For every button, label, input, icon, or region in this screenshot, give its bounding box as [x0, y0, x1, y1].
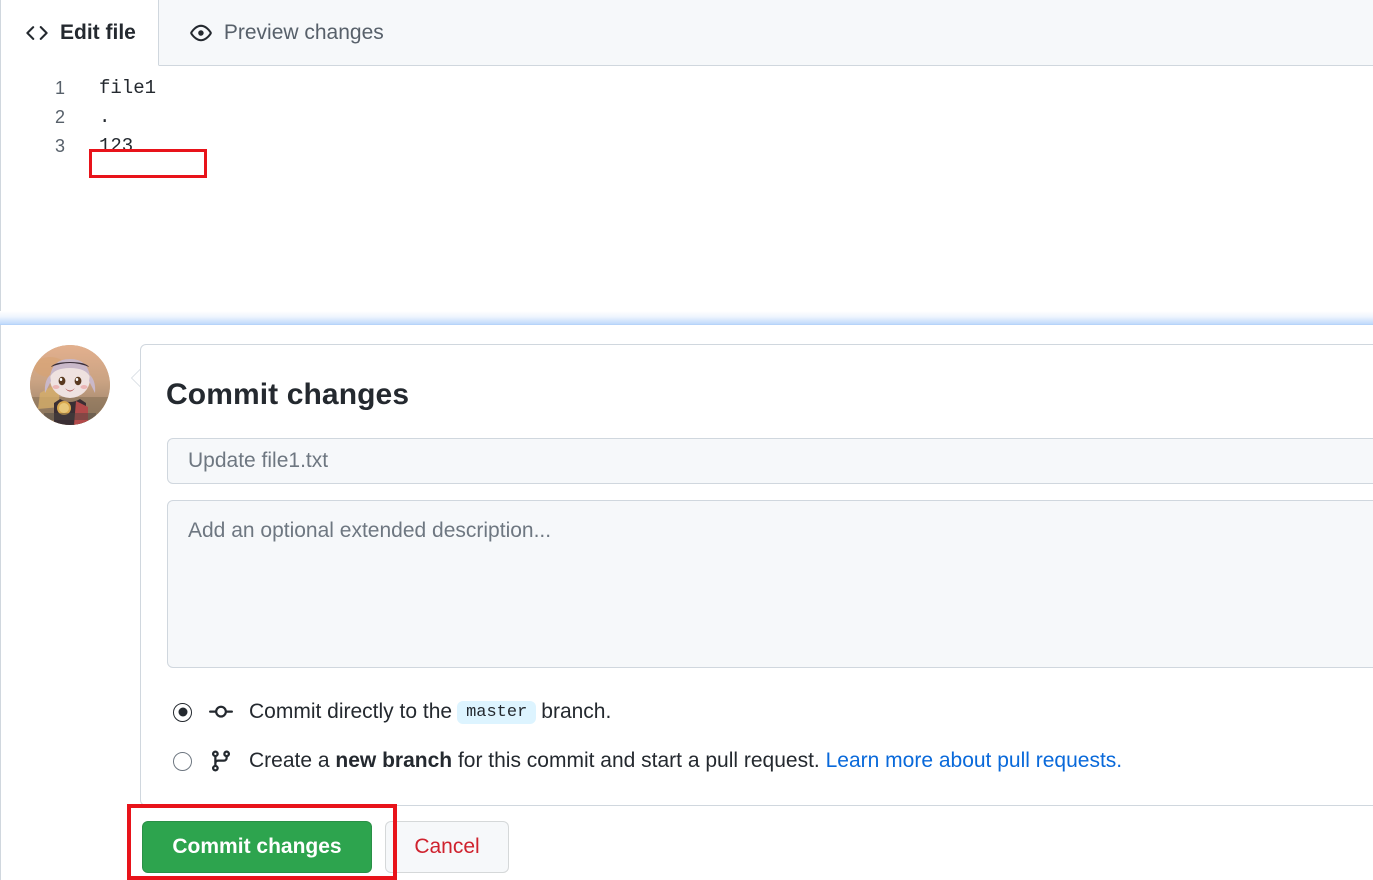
- avatar: [30, 345, 110, 425]
- git-branch-icon: [209, 749, 233, 773]
- commit-option-new-branch[interactable]: Create a new branch for this commit and …: [173, 749, 1122, 773]
- commit-option-direct-text-after: branch.: [541, 700, 612, 723]
- tab-preview-changes[interactable]: Preview changes: [159, 0, 406, 66]
- commit-footer-divider: [141, 805, 1373, 806]
- code-editor-area[interactable]: 1 file1 2 . 3 123: [1, 66, 1373, 310]
- commit-changes-button[interactable]: Commit changes: [142, 821, 372, 873]
- tab-edit-file[interactable]: Edit file: [1, 0, 159, 66]
- code-lines: 1 file1 2 . 3 123: [1, 66, 1373, 161]
- tab-preview-changes-label: Preview changes: [223, 21, 384, 44]
- commit-option-direct-text-before: Commit directly to the: [249, 700, 453, 723]
- line-number: 2: [54, 107, 65, 127]
- eye-icon: [189, 21, 213, 45]
- commit-message-input[interactable]: [167, 438, 1373, 484]
- radio-create-new-branch[interactable]: [173, 751, 192, 771]
- tab-edit-file-label: Edit file: [60, 20, 136, 44]
- learn-more-pull-requests-link[interactable]: Learn more about pull requests.: [826, 749, 1123, 773]
- code-line: 2 .: [1, 103, 1373, 132]
- code-line-text: .: [99, 106, 111, 128]
- commit-option-branch-text-after: for this commit and start a pull request…: [457, 749, 820, 772]
- code-line-text: 123: [99, 135, 134, 157]
- code-icon: [25, 21, 49, 45]
- commit-heading: Commit changes: [166, 378, 410, 411]
- commit-option-branch-text-before: Create a: [249, 749, 330, 772]
- section-separator: [0, 311, 1373, 325]
- code-line: 3 123: [1, 132, 1373, 161]
- git-commit-icon: [209, 700, 233, 724]
- code-line: 1 file1: [1, 74, 1373, 103]
- code-line-text: file1: [99, 77, 157, 99]
- commit-description-input[interactable]: [167, 500, 1373, 668]
- commit-option-branch-bold: new branch: [335, 749, 453, 772]
- commit-option-direct[interactable]: Commit directly to the master branch.: [173, 700, 611, 724]
- editor-tab-bar: Edit file Preview changes: [1, 0, 1373, 66]
- cancel-button[interactable]: Cancel: [385, 821, 509, 873]
- line-number: 3: [54, 136, 65, 156]
- radio-commit-directly[interactable]: [173, 702, 192, 722]
- line-number: 1: [54, 78, 65, 98]
- branch-badge-master: master: [457, 700, 537, 724]
- file-editor-panel: Edit file Preview changes 1 file1 2 . 3: [0, 0, 1373, 311]
